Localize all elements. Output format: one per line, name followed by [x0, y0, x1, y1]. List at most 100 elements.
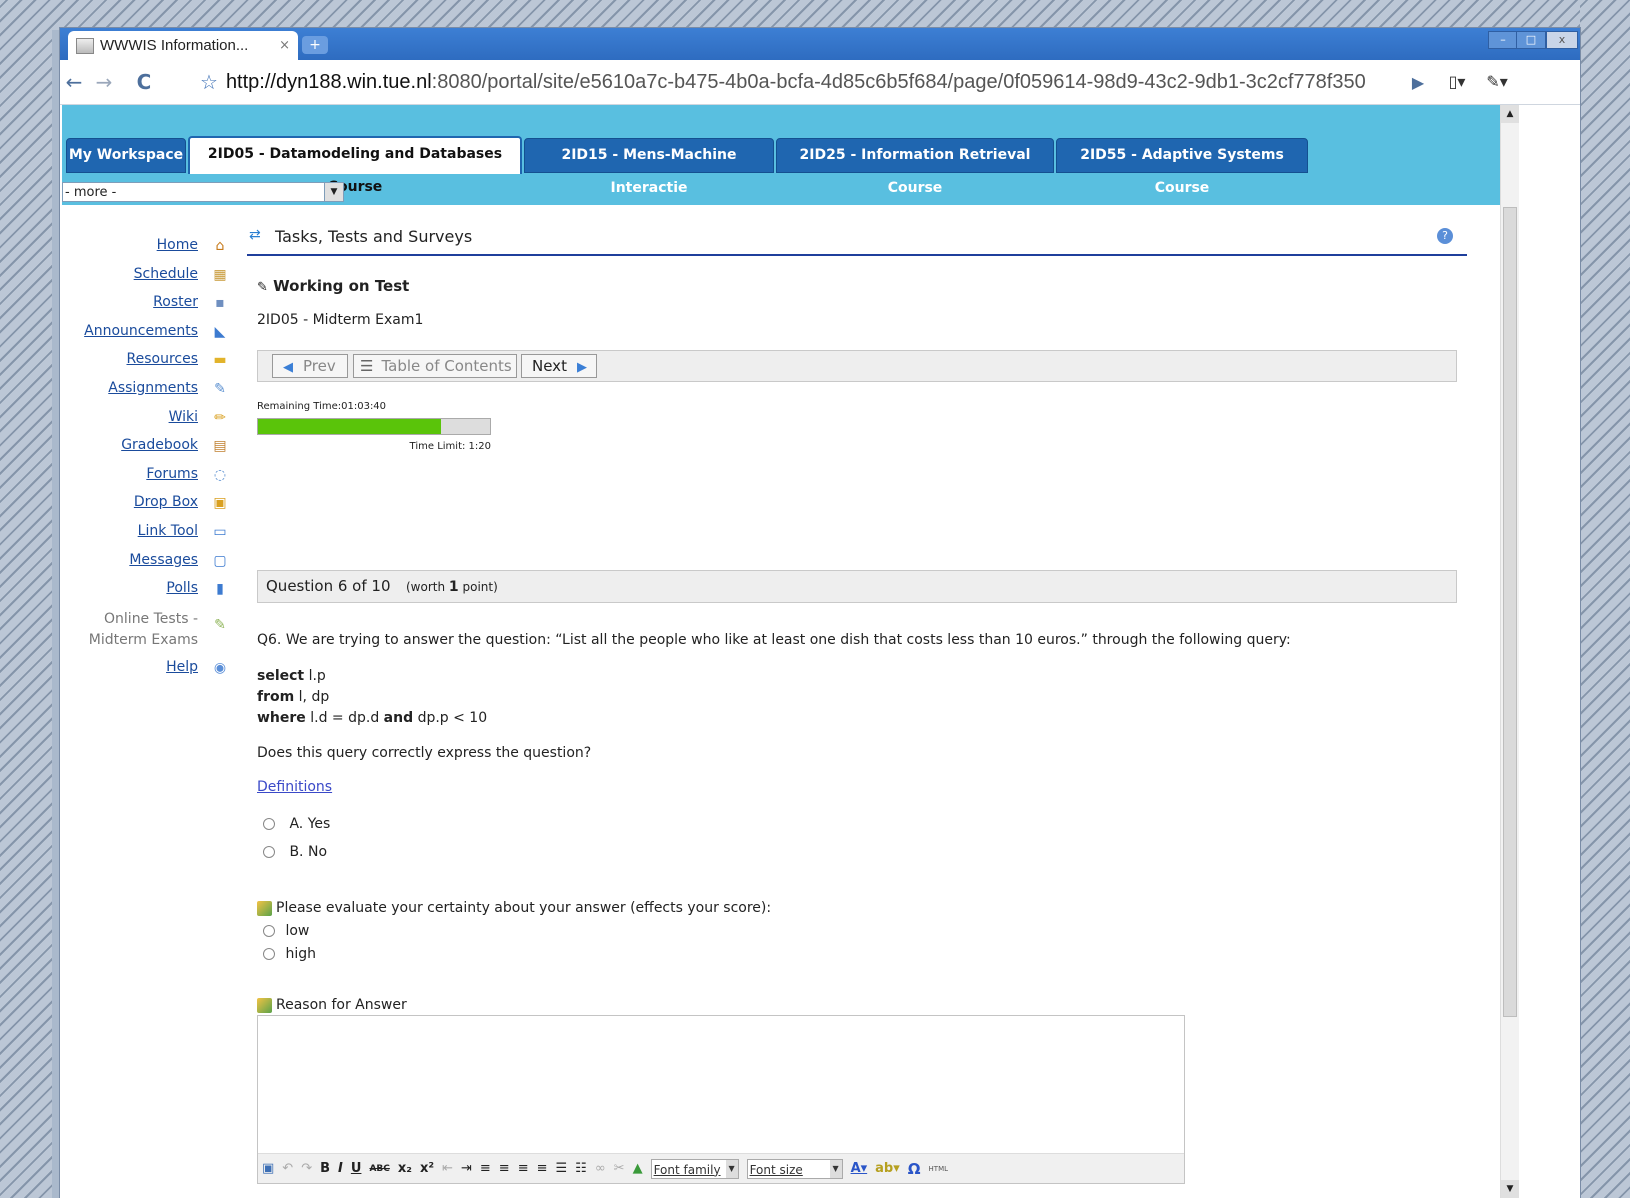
- tool-link-roster[interactable]: Roster: [153, 294, 198, 310]
- tool-link-wiki[interactable]: Wiki: [169, 409, 198, 425]
- image-icon[interactable]: ▲: [633, 1161, 643, 1176]
- address-bar[interactable]: ☆ http://dyn188.win.tue.nl:8080/portal/s…: [200, 62, 1450, 102]
- tool-link-link-tool[interactable]: Link Tool: [138, 523, 198, 539]
- tool-link-home[interactable]: Home: [157, 237, 198, 253]
- align-left-icon[interactable]: ≡: [480, 1161, 491, 1176]
- wrench-menu-icon[interactable]: ✎▾: [1480, 72, 1514, 91]
- tool-menu-item-wiki[interactable]: Wiki ✏: [62, 405, 232, 434]
- highlight-color-icon[interactable]: ab▾: [875, 1161, 900, 1176]
- worth-prefix: (worth: [406, 580, 446, 594]
- definitions-link[interactable]: Definitions: [257, 779, 332, 795]
- query-where-cond1: l.d = dp.d: [310, 710, 380, 726]
- minimize-icon[interactable]: –: [1488, 31, 1518, 49]
- new-tab-button[interactable]: +: [302, 36, 328, 54]
- site-tab-2id25[interactable]: 2ID25 - Information Retrieval Course: [776, 138, 1054, 196]
- tool-menu-item-home[interactable]: Home ⌂: [62, 233, 232, 262]
- tool-menu-item-gradebook[interactable]: Gradebook ▤: [62, 433, 232, 462]
- site-tab-2id55[interactable]: 2ID55 - Adaptive Systems Course: [1056, 138, 1308, 196]
- tool-menu-item-roster[interactable]: Roster ▪: [62, 290, 232, 319]
- toc-button-top[interactable]: ☰ Table of Contents: [353, 354, 517, 378]
- close-tab-icon[interactable]: ×: [279, 38, 290, 53]
- scroll-down-icon[interactable]: ▼: [1501, 1180, 1519, 1198]
- tool-link-forums[interactable]: Forums: [146, 466, 198, 482]
- browser-tab[interactable]: WWWIS Information... ×: [68, 31, 298, 60]
- answer-option-a[interactable]: A. Yes: [263, 816, 330, 832]
- certainty-high-radio[interactable]: [263, 948, 275, 960]
- font-family-select[interactable]: Font family ▼: [650, 1158, 739, 1179]
- tool-link-assignments[interactable]: Assignments: [108, 380, 198, 396]
- bold-icon[interactable]: B: [320, 1161, 330, 1176]
- scroll-thumb[interactable]: [1503, 207, 1517, 1017]
- redo-icon[interactable]: ↷: [301, 1161, 312, 1176]
- section-heading: ✎ Working on Test: [257, 277, 409, 295]
- page-title: Tasks, Tests and Surveys: [275, 227, 473, 246]
- forward-button[interactable]: →: [92, 70, 116, 94]
- tool-menu-item-resources[interactable]: Resources ▬: [62, 347, 232, 376]
- tool-menu-item-help[interactable]: Help ◉: [62, 655, 232, 684]
- fullscreen-icon[interactable]: ▣: [262, 1161, 274, 1176]
- tool-menu-item-schedule[interactable]: Schedule ▦: [62, 262, 232, 291]
- tool-link-help[interactable]: Help: [166, 659, 198, 675]
- text-color-icon[interactable]: A▾: [851, 1161, 868, 1176]
- tool-menu-item-assignments[interactable]: Assignments ✎: [62, 376, 232, 405]
- underline-icon[interactable]: U: [351, 1161, 362, 1176]
- tool-menu-item-drop-box[interactable]: Drop Box ▣: [62, 490, 232, 519]
- align-right-icon[interactable]: ≡: [518, 1161, 529, 1176]
- test-name: 2ID05 - Midterm Exam1: [257, 312, 424, 328]
- bullet-list-icon[interactable]: ☰: [556, 1161, 568, 1176]
- outdent-icon[interactable]: ⇤: [442, 1161, 453, 1176]
- unlink-icon[interactable]: ✂: [614, 1161, 625, 1176]
- tool-link-schedule[interactable]: Schedule: [134, 266, 198, 282]
- tool-menu-item-link-tool[interactable]: Link Tool ▭: [62, 519, 232, 548]
- close-window-icon[interactable]: x: [1546, 31, 1578, 49]
- answer-a-radio[interactable]: [263, 818, 275, 830]
- tool-link-resources[interactable]: Resources: [127, 351, 199, 367]
- answer-b-radio[interactable]: [263, 846, 275, 858]
- tool-link-gradebook[interactable]: Gradebook: [121, 437, 198, 453]
- certainty-low-radio[interactable]: [263, 925, 275, 937]
- certainty-option-low[interactable]: low: [263, 923, 309, 939]
- italic-icon[interactable]: I: [338, 1161, 343, 1176]
- tool-link-messages[interactable]: Messages: [129, 552, 198, 568]
- more-sites-select[interactable]: - more - ▼: [62, 182, 344, 202]
- bookmark-star-icon[interactable]: ☆: [200, 70, 218, 95]
- tool-link-announcements[interactable]: Announcements: [84, 323, 198, 339]
- numbered-list-icon[interactable]: ☷: [575, 1161, 587, 1176]
- font-size-select[interactable]: Font size ▼: [746, 1158, 843, 1179]
- subscript-icon[interactable]: x₂: [398, 1161, 412, 1176]
- superscript-icon[interactable]: x²: [420, 1161, 434, 1176]
- tool-menu-item-announcements[interactable]: Announcements ◣: [62, 319, 232, 348]
- prev-button-top[interactable]: ◀ Prev: [272, 354, 348, 378]
- align-center-icon[interactable]: ≡: [499, 1161, 510, 1176]
- tool-link-drop-box[interactable]: Drop Box: [134, 494, 198, 510]
- page-scrollbar[interactable]: ▲ ▼: [1500, 105, 1519, 1198]
- reload-button[interactable]: C: [132, 70, 156, 94]
- certainty-option-high[interactable]: high: [263, 946, 316, 962]
- reset-arrows-icon[interactable]: ⇄: [249, 227, 261, 243]
- next-label-top: Next: [532, 357, 567, 375]
- indent-icon[interactable]: ⇥: [461, 1161, 472, 1176]
- answer-option-b[interactable]: B. No: [263, 844, 327, 860]
- strikethrough-icon[interactable]: ABC: [369, 1164, 389, 1174]
- chevron-down-icon[interactable]: ▼: [324, 183, 343, 201]
- undo-icon[interactable]: ↶: [282, 1161, 293, 1176]
- reason-textarea[interactable]: [258, 1016, 1184, 1152]
- link-icon[interactable]: ∞: [595, 1161, 606, 1176]
- tool-menu-item-messages[interactable]: Messages ▢: [62, 548, 232, 577]
- tool-link-polls[interactable]: Polls: [166, 580, 198, 596]
- align-justify-icon[interactable]: ≡: [537, 1161, 548, 1176]
- site-tab-2id05[interactable]: 2ID05 - Datamodeling and Databases Cours…: [188, 136, 522, 195]
- page-help-icon[interactable]: ?: [1437, 228, 1453, 244]
- back-button[interactable]: ←: [62, 70, 86, 94]
- next-button-top[interactable]: Next ▶: [521, 354, 597, 378]
- site-tab-2id15[interactable]: 2ID15 - Mens-Machine Interactie: [524, 138, 774, 196]
- kw-and: and: [383, 710, 414, 726]
- tool-menu-item-polls[interactable]: Polls ▮: [62, 576, 232, 605]
- special-char-icon[interactable]: Ω: [908, 1160, 921, 1178]
- scroll-up-icon[interactable]: ▲: [1501, 105, 1519, 123]
- html-source-button[interactable]: HTML: [929, 1165, 948, 1173]
- maximize-icon[interactable]: □: [1516, 31, 1546, 49]
- site-tab-my-workspace[interactable]: My Workspace: [66, 138, 186, 173]
- reason-editor[interactable]: ▣ ↶ ↷ B I U ABC x₂ x² ⇤ ⇥ ≡ ≡ ≡ ≡ ☰ ☷ ∞ …: [257, 1015, 1185, 1184]
- tool-menu-item-forums[interactable]: Forums ◌: [62, 462, 232, 491]
